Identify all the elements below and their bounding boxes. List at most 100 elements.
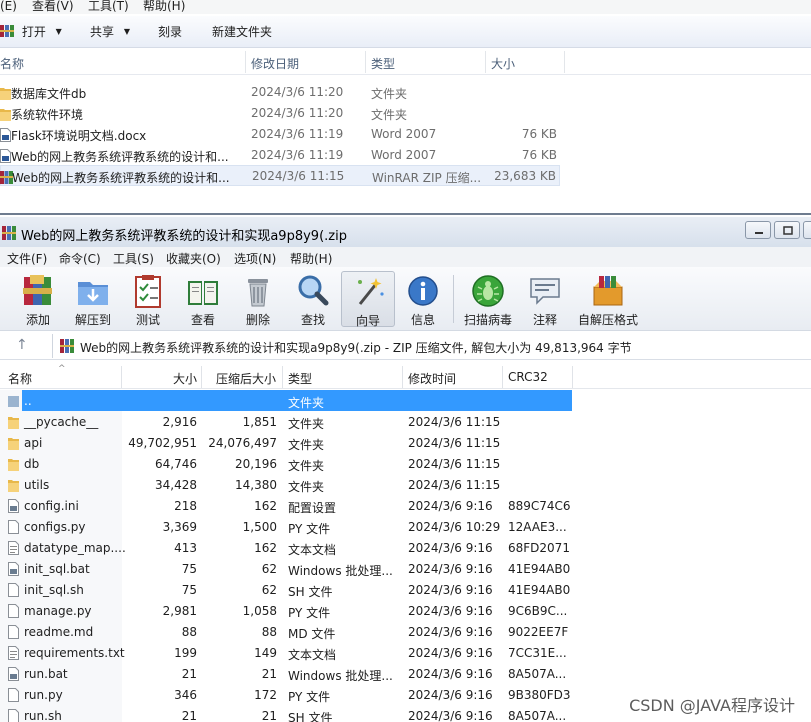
new-folder-button[interactable]: 新建文件夹 <box>212 24 272 40</box>
entry-type: PY 文件 <box>288 690 331 704</box>
menu-help[interactable]: 帮助(H) <box>290 250 332 267</box>
entry-modified: 2024/3/6 11:15 <box>408 457 501 471</box>
col-name[interactable]: 名称 <box>0 55 24 72</box>
col-separator[interactable] <box>502 366 503 388</box>
tool-find-label: 查找 <box>300 313 325 327</box>
col-separator[interactable] <box>201 366 202 388</box>
extract-to-icon <box>78 282 108 305</box>
entry-name: run.sh <box>24 709 62 722</box>
tool-comment[interactable]: 注释 <box>519 271 571 327</box>
folder-icon-wrap <box>0 106 11 121</box>
col-name[interactable]: 名称 <box>8 370 32 387</box>
col-separator[interactable] <box>564 51 565 73</box>
col-type[interactable]: 类型 <box>371 55 395 72</box>
burn-button[interactable]: 刻录 <box>158 24 182 40</box>
file-row[interactable]: Web的网上教务系统评教系统的设计和... 2024/3/6 11:15 WinRA… <box>0 165 560 186</box>
archive-row[interactable]: .. 文件夹 <box>0 390 575 411</box>
col-crc[interactable]: CRC32 <box>508 370 548 384</box>
entry-name: init_sql.bat <box>24 562 90 576</box>
col-separator[interactable] <box>245 51 246 73</box>
close-button[interactable] <box>803 221 811 239</box>
tool-wizard[interactable]: 向导 <box>341 271 395 328</box>
archive-row[interactable]: configs.py 3,369 1,500 PY 文件 2024/3/6 10:29 1… <box>0 516 575 537</box>
tool-info[interactable]: 信息 <box>397 271 449 327</box>
open-dropdown-icon[interactable]: ▼ <box>56 27 62 36</box>
menu-file[interactable]: 文件(F) <box>7 250 47 267</box>
col-modified[interactable]: 修改时间 <box>408 370 456 387</box>
file-row[interactable]: 系统软件环境 2024/3/6 11:20 文件夹 <box>0 103 560 124</box>
archive-row[interactable]: __pycache__ 2,916 1,851 文件夹 2024/3/6 11:15 <box>0 411 575 432</box>
archive-row[interactable]: utils 34,428 14,380 文件夹 2024/3/6 11:15 <box>0 474 575 495</box>
col-separator[interactable] <box>365 51 366 73</box>
col-separator[interactable] <box>282 366 283 388</box>
menu-tools[interactable]: 工具(T) <box>88 0 129 12</box>
open-button[interactable]: 打开 ▼ <box>0 24 62 40</box>
tool-find[interactable]: 查找 <box>287 271 339 327</box>
menu-favorites[interactable]: 收藏夹(O) <box>166 250 221 267</box>
share-button[interactable]: 共享 ▼ <box>90 24 130 40</box>
share-dropdown-icon[interactable]: ▼ <box>124 27 130 36</box>
col-type[interactable]: 类型 <box>288 370 312 387</box>
winrar-titlebar[interactable]: Web的网上教务系统评教系统的设计和实现a9p8y9(.zip <box>0 217 811 247</box>
tool-sfx[interactable]: 自解压格式 <box>575 271 641 327</box>
col-packed[interactable]: 压缩后大小 <box>216 370 276 387</box>
path-field[interactable]: Web的网上教务系统评教系统的设计和实现a9p8y9(.zip - ZIP 压缩… <box>52 334 811 358</box>
col-separator[interactable] <box>485 51 486 73</box>
archive-row[interactable]: run.sh 21 21 SH 文件 2024/3/6 9:16 8A507A... <box>0 705 575 722</box>
maximize-button[interactable] <box>774 221 800 239</box>
entry-packed-size: 172 <box>254 688 277 702</box>
entry-crc: 8A507A... <box>508 709 567 722</box>
file-row[interactable]: 数据库文件db 2024/3/6 11:20 文件夹 <box>0 82 560 103</box>
menu-edit[interactable]: (E) <box>0 0 17 12</box>
entry-type: 文本文档 <box>288 543 337 557</box>
tool-delete[interactable]: 删除 <box>232 271 284 327</box>
minimize-button[interactable] <box>745 221 771 239</box>
tool-virus-scan[interactable]: 扫描病毒 <box>459 271 517 327</box>
wizard-icon <box>358 278 384 305</box>
archive-row[interactable]: init_sql.sh 75 62 SH 文件 2024/3/6 9:16 41E94AB… <box>0 579 575 600</box>
menu-command[interactable]: 命令(C) <box>59 250 101 267</box>
file-row[interactable]: Flask环境说明文档.docx 2024/3/6 11:19 Word 2007 7… <box>0 124 560 145</box>
info-icon <box>408 276 438 306</box>
archive-row[interactable]: datatype_map.... 413 162 文本文档 2024/3/6 9:16 6… <box>0 537 575 558</box>
col-separator[interactable] <box>572 366 573 388</box>
tool-test[interactable]: 测试 <box>122 271 174 327</box>
archive-row[interactable]: config.ini 218 162 配置设置 2024/3/6 9:16 889C74C… <box>0 495 575 516</box>
archive-row[interactable]: run.bat 21 21 Windows 批处理... 2024/3/6 9:16 8A… <box>0 663 575 684</box>
tool-delete-label: 删除 <box>245 313 270 327</box>
col-separator[interactable] <box>402 366 403 388</box>
row-icon <box>7 708 20 722</box>
menu-tools[interactable]: 工具(S) <box>113 250 154 267</box>
archive-row[interactable]: db 64,746 20,196 文件夹 2024/3/6 11:15 <box>0 453 575 474</box>
entry-name: config.ini <box>24 499 79 513</box>
col-size[interactable]: 大小 <box>491 55 515 72</box>
entry-type: 文件夹 <box>288 459 325 473</box>
folder-icon <box>8 480 19 492</box>
tool-add[interactable]: 添加 <box>12 271 64 327</box>
entry-name: datatype_map.... <box>24 541 126 555</box>
archive-row[interactable]: requirements.txt 199 149 文本文档 2024/3/6 9:16 7… <box>0 642 575 663</box>
col-date[interactable]: 修改日期 <box>251 55 299 72</box>
archive-row[interactable]: manage.py 2,981 1,058 PY 文件 2024/3/6 9:16 9C6… <box>0 600 575 621</box>
row-icon <box>7 456 20 472</box>
entry-crc: 9C6B9C... <box>508 604 568 618</box>
col-size[interactable]: 大小 <box>173 370 197 387</box>
menu-view[interactable]: 查看(V) <box>32 0 74 12</box>
tool-extract[interactable]: 解压到 <box>67 271 119 327</box>
entry-type: SH 文件 <box>288 585 333 599</box>
file-row[interactable]: Web的网上教务系统评教系统的设计和... 2024/3/6 11:19 Word … <box>0 145 560 166</box>
menu-help[interactable]: 帮助(H) <box>143 0 185 12</box>
archive-row[interactable]: init_sql.bat 75 62 Windows 批处理... 2024/3/6 9… <box>0 558 575 579</box>
menu-options[interactable]: 选项(N) <box>234 250 276 267</box>
up-arrow-icon[interactable]: ↑ <box>16 337 28 353</box>
archive-row[interactable]: readme.md 88 88 MD 文件 2024/3/6 9:16 9022EE7F <box>0 621 575 642</box>
entry-modified: 2024/3/6 11:15 <box>408 415 501 429</box>
archive-row[interactable]: run.py 346 172 PY 文件 2024/3/6 9:16 9B380FD3 <box>0 684 575 705</box>
col-separator[interactable] <box>121 366 122 388</box>
entry-crc: 41E94AB0 <box>508 562 571 576</box>
archive-row[interactable]: api 49,702,951 24,076,497 文件夹 2024/3/6 11:15 <box>0 432 575 453</box>
word-doc-icon-wrap <box>0 148 11 163</box>
file-name: 系统软件环境 <box>11 108 84 122</box>
file-icon <box>8 625 19 639</box>
tool-view[interactable]: 查看 <box>177 271 229 327</box>
